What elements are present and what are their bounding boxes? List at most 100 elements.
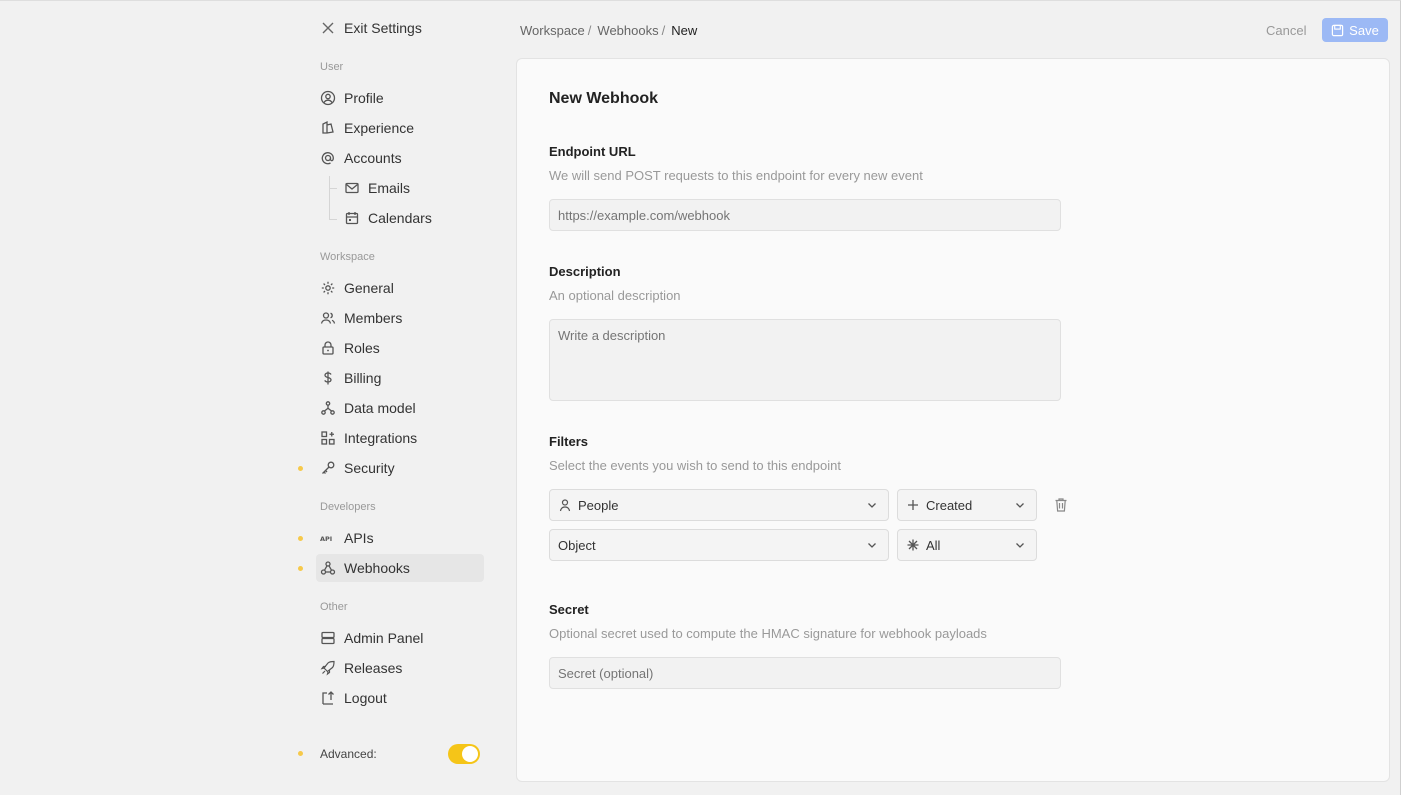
trash-icon[interactable] xyxy=(1054,497,1068,513)
indicator-dot xyxy=(298,466,303,471)
sidebar-item-profile[interactable]: Profile xyxy=(316,84,484,112)
sidebar-item-label: Roles xyxy=(344,340,380,356)
at-sign-icon xyxy=(321,152,334,165)
rocket-icon xyxy=(320,660,335,676)
logout-icon xyxy=(322,691,334,705)
section-developers: Developers xyxy=(320,501,376,513)
tree-line xyxy=(329,219,337,220)
sidebar-item-label: Experience xyxy=(344,120,415,136)
sidebar-item-apis[interactable]: API APIs xyxy=(298,524,484,552)
filter-action-select[interactable]: All xyxy=(897,529,1037,561)
hierarchy-icon xyxy=(321,401,335,415)
sidebar-item-members[interactable]: Members xyxy=(316,304,484,332)
filter-action-value: All xyxy=(926,537,941,553)
filters-help: Select the events you wish to send to th… xyxy=(549,458,841,473)
advanced-toggle[interactable] xyxy=(448,744,480,764)
sidebar-item-label: Security xyxy=(344,460,395,476)
chevron-down-icon xyxy=(868,543,876,548)
sidebar-item-calendars[interactable]: Calendars xyxy=(340,204,484,232)
section-workspace: Workspace xyxy=(320,251,375,263)
server-icon xyxy=(321,631,335,645)
indicator-dot xyxy=(298,751,303,756)
tree-line xyxy=(329,188,337,189)
description-label: Description xyxy=(549,264,621,279)
sidebar-item-label: Members xyxy=(344,310,403,326)
sidebar-item-label: Admin Panel xyxy=(344,630,424,646)
webhook-icon xyxy=(320,561,336,575)
lock-icon xyxy=(322,341,334,355)
indicator-dot xyxy=(298,566,303,571)
sidebar-item-label: Integrations xyxy=(344,430,418,446)
filter-object-select[interactable]: Object xyxy=(549,529,889,561)
breadcrumb-webhooks[interactable]: Webhooks xyxy=(597,23,658,38)
sidebar-item-label: Webhooks xyxy=(344,560,410,576)
section-other: Other xyxy=(320,601,348,613)
secret-label: Secret xyxy=(549,602,589,617)
chevron-down-icon xyxy=(1016,503,1024,508)
palette-icon xyxy=(322,120,334,134)
description-help: An optional description xyxy=(549,288,681,303)
user-circle-icon xyxy=(320,90,336,106)
filter-action-select[interactable]: Created xyxy=(897,489,1037,521)
sidebar-item-experience[interactable]: Experience xyxy=(316,114,484,142)
plus-icon xyxy=(908,500,918,510)
filter-object-value: Object xyxy=(558,537,596,553)
breadcrumb-separator: / xyxy=(661,22,666,38)
toggle-knob xyxy=(462,746,478,762)
sidebar-item-label: Billing xyxy=(344,370,382,386)
secret-input[interactable] xyxy=(549,657,1061,689)
sidebar-item-general[interactable]: General xyxy=(316,274,484,302)
secret-help: Optional secret used to compute the HMAC… xyxy=(549,626,987,641)
sidebar-item-releases[interactable]: Releases xyxy=(316,654,484,682)
filters-label: Filters xyxy=(549,434,589,449)
sidebar-item-admin-panel[interactable]: Admin Panel xyxy=(316,624,484,652)
sidebar-item-billing[interactable]: Billing xyxy=(316,364,484,392)
sidebar-nav: User Profile Experience Accounts Emails … xyxy=(298,0,500,795)
sidebar-item-label: Releases xyxy=(344,660,403,676)
breadcrumb: Workspace / Webhooks / New xyxy=(520,20,697,40)
users-icon xyxy=(320,312,336,324)
save-icon xyxy=(1331,24,1344,36)
advanced-toggle-row: Advanced: xyxy=(298,744,480,764)
sidebar-item-security[interactable]: Security xyxy=(298,454,484,482)
section-user: User xyxy=(320,61,344,73)
breadcrumb-workspace[interactable]: Workspace xyxy=(520,23,585,38)
sidebar-item-emails[interactable]: Emails xyxy=(340,174,484,202)
api-icon: API xyxy=(320,535,332,543)
sidebar-item-label: APIs xyxy=(344,530,374,546)
filter-object-select[interactable]: People xyxy=(549,489,889,521)
chevron-down-icon xyxy=(1016,543,1024,548)
person-icon xyxy=(559,499,571,512)
sidebar-item-label: Data model xyxy=(344,400,416,416)
svg-text:API: API xyxy=(320,535,332,543)
chevron-down-icon xyxy=(868,503,876,508)
sidebar-item-label: General xyxy=(344,280,394,296)
sidebar-item-logout[interactable]: Logout xyxy=(316,684,484,712)
sidebar-item-label: Accounts xyxy=(344,150,402,166)
endpoint-url-label: Endpoint URL xyxy=(549,144,636,159)
page-title: New Webhook xyxy=(549,90,659,107)
mail-icon xyxy=(345,182,359,194)
indicator-dot xyxy=(298,536,303,541)
sidebar-item-integrations[interactable]: Integrations xyxy=(316,424,484,452)
sidebar-item-data-model[interactable]: Data model xyxy=(316,394,484,422)
advanced-label: Advanced: xyxy=(320,747,377,761)
sidebar-item-webhooks[interactable]: Webhooks xyxy=(298,554,484,582)
breadcrumb-separator: / xyxy=(587,22,592,38)
cancel-button[interactable]: Cancel xyxy=(1266,20,1306,40)
description-textarea[interactable] xyxy=(549,319,1061,401)
sidebar-item-label: Logout xyxy=(344,690,387,706)
sidebar-item-accounts[interactable]: Accounts xyxy=(316,144,484,172)
gear-icon xyxy=(321,281,335,295)
asterisk-icon xyxy=(907,539,919,551)
filter-object-value: People xyxy=(578,497,619,513)
sidebar-item-label: Profile xyxy=(344,90,384,106)
dollar-icon xyxy=(324,371,332,385)
save-button[interactable]: Save xyxy=(1322,18,1388,42)
endpoint-url-input[interactable] xyxy=(549,199,1061,231)
endpoint-url-help: We will send POST requests to this endpo… xyxy=(549,168,923,183)
calendar-icon xyxy=(345,212,359,225)
tree-line xyxy=(329,176,330,220)
sidebar-item-roles[interactable]: Roles xyxy=(316,334,484,362)
sidebar-item-label: Calendars xyxy=(368,210,432,226)
